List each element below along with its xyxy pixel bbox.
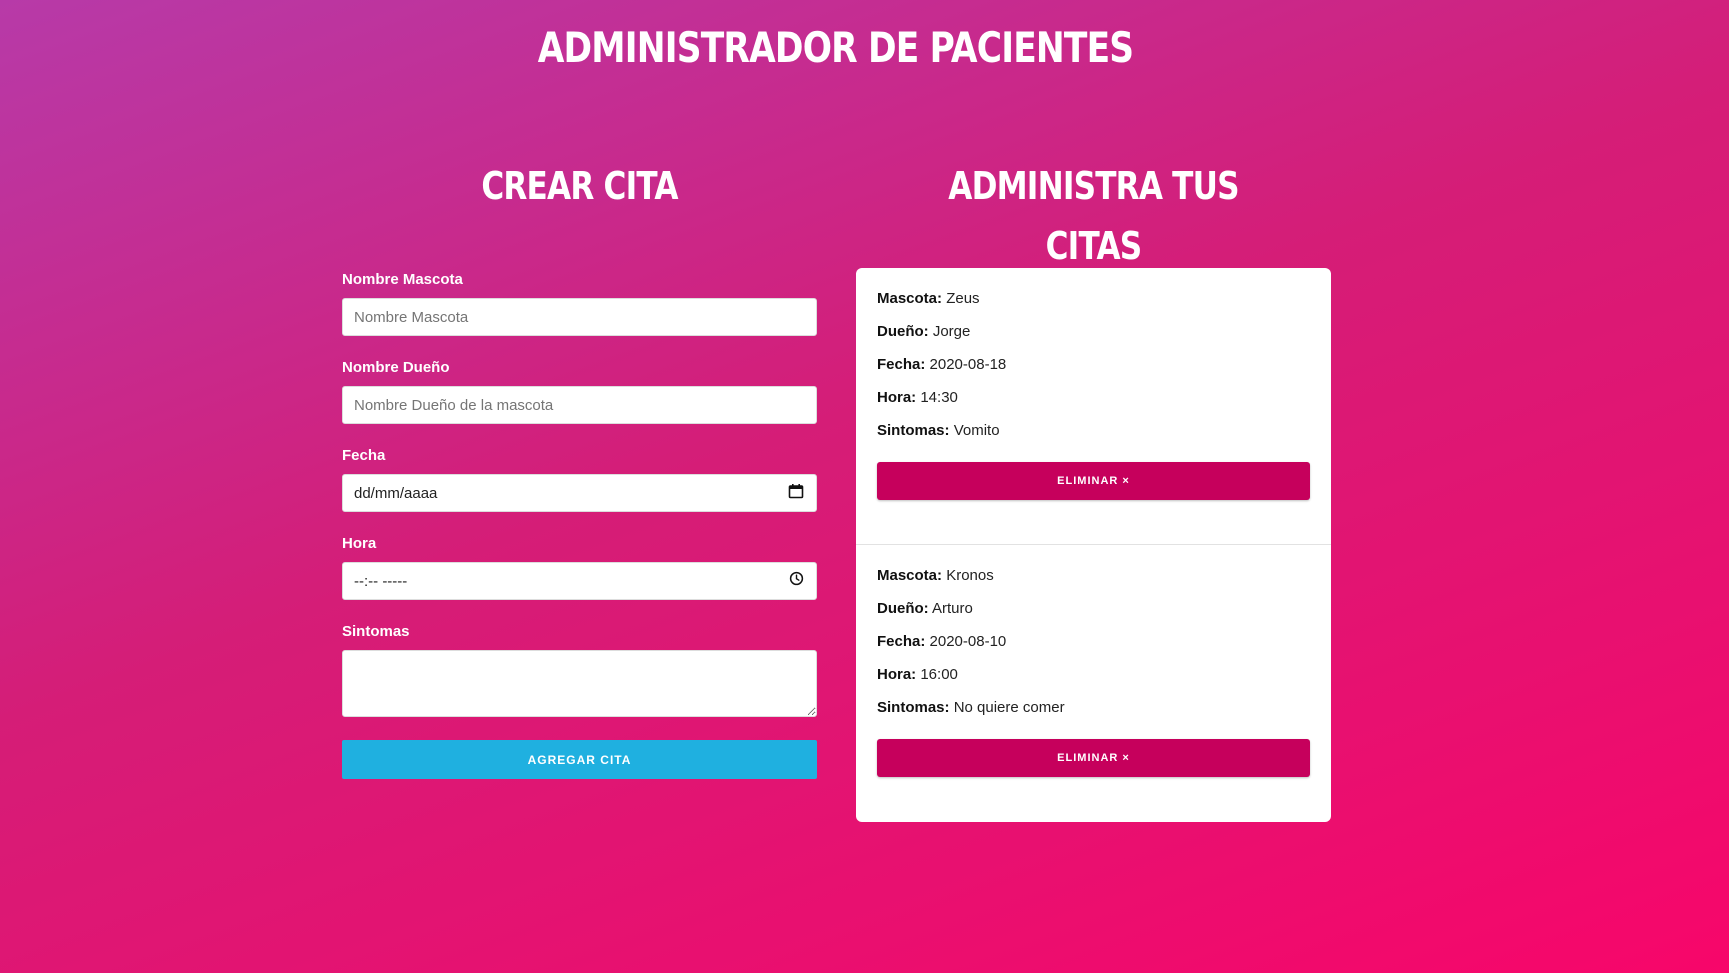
symptoms-value: No quiere comer [953,699,1065,716]
time-value: 14:30 [920,389,958,406]
time-row: Hora: 14:30 [877,387,1310,420]
appointments-card: Mascota: Zeus Dueño: Jorge Fecha: 2020-0… [856,268,1331,822]
date-row: Fecha: 2020-08-18 [877,354,1310,387]
appointment-form: Nombre Mascota Nombre Dueño Fecha dd/mm/… [342,268,817,779]
time-value: 16:00 [920,666,958,683]
owner-row: Dueño: Jorge [877,321,1310,354]
calendar-icon[interactable] [788,483,804,504]
pet-name-input[interactable] [342,298,817,336]
page-title: Administrador de Pacientes [537,23,1134,72]
date-row-label: Fecha: [877,356,926,373]
date-row: Fecha: 2020-08-10 [877,631,1310,664]
owner-name-label: Nombre Dueño [342,359,450,376]
owner-value: Arturo [932,600,973,617]
date-input-value: dd/mm/aaaa [354,484,438,502]
symptoms-row-label: Sintomas: [877,699,950,716]
date-value: 2020-08-10 [929,633,1007,650]
time-row: Hora: 16:00 [877,664,1310,697]
pet-label: Mascota: [877,567,943,584]
appointment-item: Mascota: Kronos Dueño: Arturo Fecha: 202… [856,545,1331,777]
delete-appointment-button[interactable]: Eliminar × [877,462,1310,500]
owner-name-input[interactable] [342,386,817,424]
symptoms-label: Sintomas [342,623,410,640]
date-input[interactable]: dd/mm/aaaa [342,474,817,512]
owner-label: Dueño: [877,323,929,340]
pet-value: Zeus [946,290,980,307]
time-label: Hora [342,535,377,552]
add-appointment-button[interactable]: Agregar Cita [342,740,817,779]
time-input[interactable]: --:-- ----- [342,562,817,600]
pet-value: Kronos [946,567,994,584]
pet-name-label: Nombre Mascota [342,271,463,288]
owner-row: Dueño: Arturo [877,598,1310,631]
clock-icon[interactable] [789,571,804,591]
delete-appointment-button[interactable]: Eliminar × [877,739,1310,777]
symptoms-value: Vomito [953,422,1000,439]
owner-value: Jorge [932,323,971,340]
symptoms-row-label: Sintomas: [877,422,950,439]
time-row-label: Hora: [877,666,917,683]
pet-label: Mascota: [877,290,943,307]
symptoms-row: Sintomas: No quiere comer [877,697,1310,730]
date-value: 2020-08-18 [929,356,1007,373]
appointment-item: Mascota: Zeus Dueño: Jorge Fecha: 2020-0… [856,268,1331,545]
symptoms-row: Sintomas: Vomito [877,420,1310,453]
symptoms-textarea[interactable] [342,650,817,717]
list-title: Administra tus citas [948,164,1239,268]
date-row-label: Fecha: [877,633,926,650]
time-input-value: --:-- ----- [354,572,408,590]
date-label: Fecha [342,447,386,464]
owner-label: Dueño: [877,600,929,617]
time-row-label: Hora: [877,389,917,406]
form-title: Crear Cita [481,164,678,208]
pet-row: Mascota: Kronos [877,565,1310,598]
pet-row: Mascota: Zeus [877,288,1310,321]
